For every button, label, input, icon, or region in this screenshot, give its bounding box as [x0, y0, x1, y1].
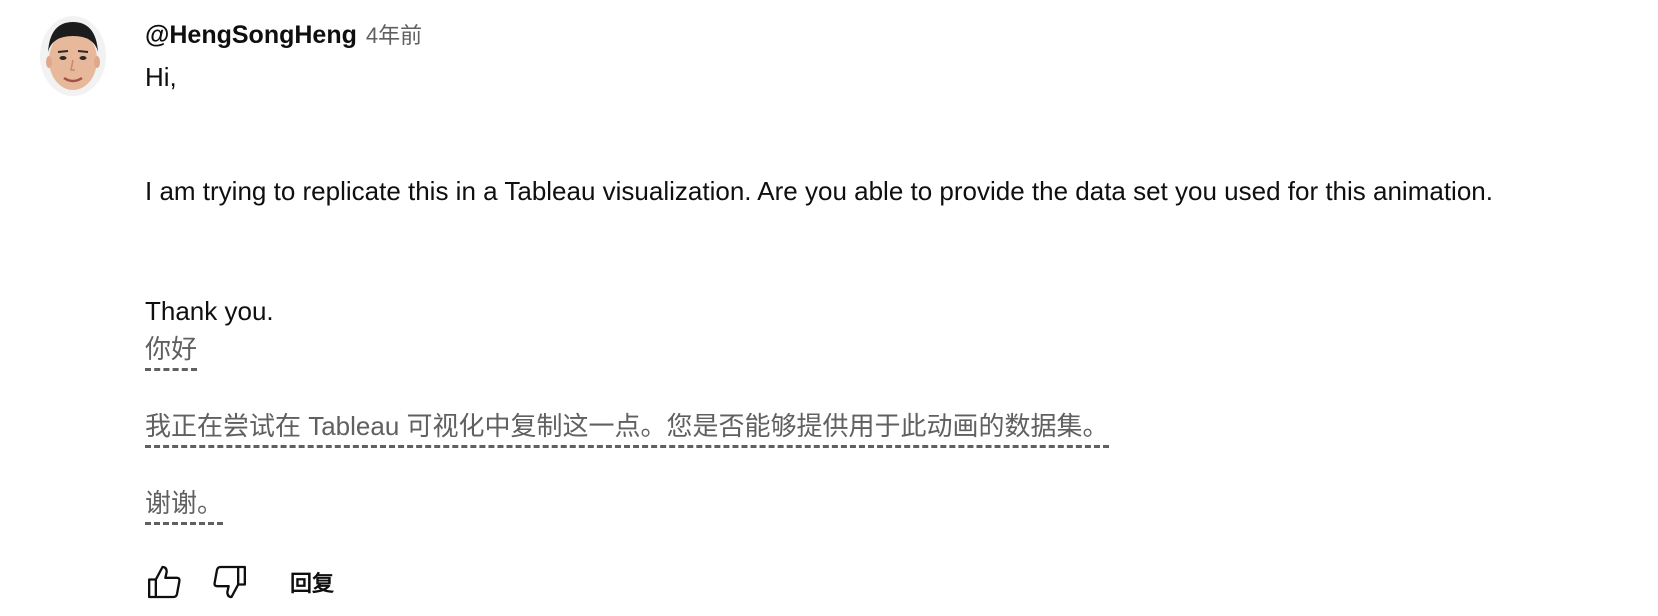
comment-body: @HengSongHeng 4年前 Hi, I am trying to rep… [145, 18, 1645, 525]
comment-line-request: I am trying to replicate this in a Table… [145, 176, 1493, 206]
comment-original-text: Hi, I am trying to replicate this in a T… [145, 60, 1645, 328]
comment-action-bar: 回复 [140, 558, 334, 606]
thumbs-up-icon [148, 565, 181, 599]
comment-line-thanks: Thank you. [145, 296, 274, 326]
translation-line-request: 我正在尝试在 Tableau 可视化中复制这一点。您是否能够提供用于此动画的数据… [145, 409, 1109, 448]
like-button[interactable] [140, 558, 190, 606]
author-name-link[interactable]: @HengSongHeng [145, 21, 357, 50]
comment-translation: 你好 我正在尝试在 Tableau 可视化中复制这一点。您是否能够提供用于此动画… [145, 332, 1645, 525]
dislike-button[interactable] [204, 558, 254, 606]
comment-line-greeting: Hi, [145, 62, 177, 92]
thumbs-down-icon [213, 565, 246, 599]
translation-line-thanks: 谢谢。 [145, 486, 224, 525]
reply-button[interactable]: 回复 [290, 566, 334, 598]
comment-timestamp-link[interactable]: 4年前 [366, 18, 422, 50]
translation-line-greeting: 你好 [145, 332, 198, 371]
comment-header: @HengSongHeng 4年前 [145, 18, 1645, 54]
author-avatar[interactable] [40, 16, 106, 96]
avatar-photo [40, 16, 106, 96]
